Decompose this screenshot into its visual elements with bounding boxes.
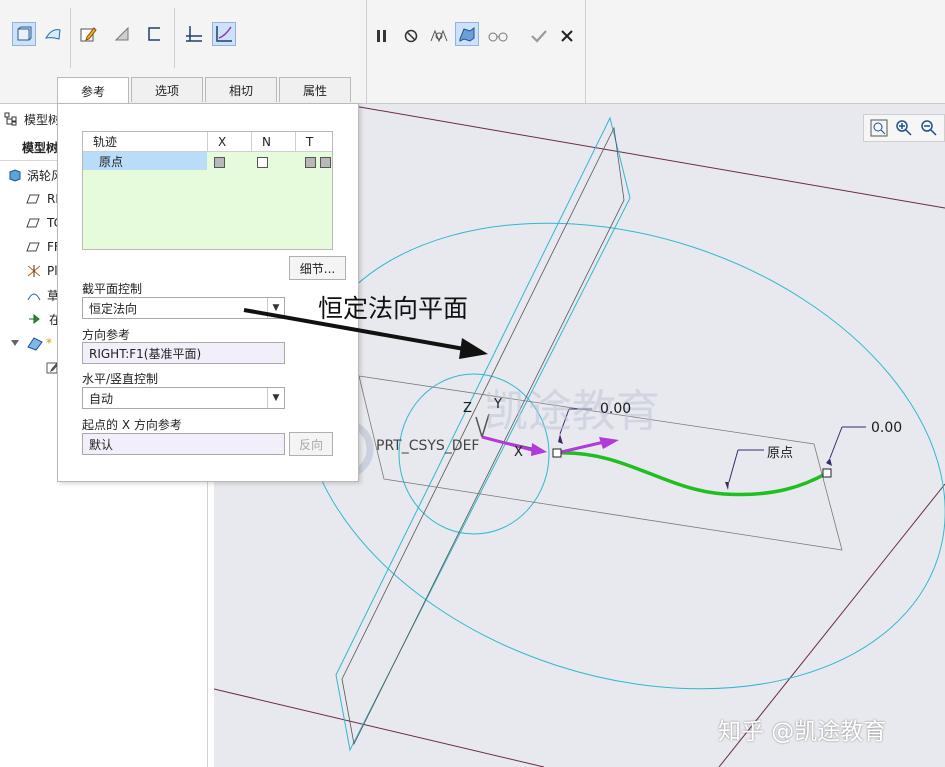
col-x: X bbox=[207, 132, 251, 152]
constant-section-icon[interactable] bbox=[182, 22, 206, 46]
x-checkbox[interactable] bbox=[214, 157, 225, 171]
edit-sketch-icon[interactable] bbox=[76, 22, 100, 46]
surface-icon[interactable] bbox=[41, 22, 65, 46]
zoom-in-icon[interactable] bbox=[895, 119, 913, 137]
tree-item-front-plane[interactable]: FF bbox=[26, 238, 61, 256]
section-control-dropdown[interactable]: 恒定法向 ▼ bbox=[82, 297, 285, 319]
callout-text: 恒定法向平面 bbox=[318, 294, 469, 323]
flip-button[interactable]: 反向 bbox=[289, 432, 333, 456]
variable-section-icon[interactable] bbox=[212, 22, 236, 46]
tree-item-csys[interactable]: Pl bbox=[26, 262, 58, 280]
datum-plane-icon bbox=[26, 218, 40, 228]
origin-leader bbox=[728, 449, 764, 483]
x-direction-arrow-head bbox=[599, 437, 619, 449]
chevron-down-icon: ▼ bbox=[267, 388, 284, 408]
start-x-ref-collector[interactable]: 默认 bbox=[82, 433, 285, 455]
tree-item-part[interactable]: 涡轮风 bbox=[8, 166, 63, 184]
trajectory-row-origin[interactable]: 原点 bbox=[83, 152, 207, 170]
trajectory-end-point[interactable] bbox=[822, 468, 832, 478]
tab-references[interactable]: 参考 bbox=[57, 77, 129, 104]
plane-cut-icon[interactable] bbox=[110, 22, 134, 46]
trajectory-start-point[interactable] bbox=[552, 448, 562, 458]
sweep-feature-icon bbox=[27, 337, 43, 351]
origin-label: 原点 bbox=[767, 446, 794, 461]
col-t: T bbox=[295, 132, 332, 152]
tree-column-header[interactable]: 模型树 bbox=[22, 138, 58, 156]
t-checkbox[interactable] bbox=[305, 157, 331, 171]
col-trajectory: 轨迹 bbox=[83, 132, 207, 152]
dimension-start-value[interactable]: 0.00 bbox=[600, 401, 631, 417]
view-toolbar bbox=[863, 114, 945, 142]
tree-title: 模型树 bbox=[24, 112, 61, 127]
x-direction-arrow-shaft bbox=[556, 440, 605, 455]
zoom-out-icon[interactable] bbox=[920, 119, 938, 137]
chevron-down-icon: ▼ bbox=[267, 298, 284, 318]
pause-icon[interactable] bbox=[370, 24, 394, 48]
csys-icon bbox=[27, 265, 41, 277]
dimension-end-value[interactable]: 0.00 bbox=[871, 420, 902, 436]
solid-icon[interactable] bbox=[12, 22, 36, 46]
start-arrow-head bbox=[531, 443, 547, 456]
section-control-label: 截平面控制 bbox=[82, 282, 143, 296]
footer-watermark: 知乎 @凯途教育 bbox=[718, 719, 887, 745]
preview-icon[interactable] bbox=[455, 22, 479, 46]
datum-plane-icon bbox=[26, 194, 40, 204]
preview-off-icon[interactable] bbox=[427, 24, 451, 48]
sketch-icon bbox=[27, 293, 41, 301]
trajectory-table[interactable]: 轨迹 X N T 原点 bbox=[82, 131, 333, 250]
tree-structure-icon bbox=[4, 112, 17, 126]
axis-y-label: Y bbox=[494, 397, 502, 412]
csys-label: PRT_CSYS_DEF bbox=[376, 438, 480, 454]
direction-ref-label: 方向参考 bbox=[82, 328, 131, 342]
tab-properties[interactable]: 属性 bbox=[279, 77, 351, 102]
hv-control-label: 水平/竖直控制 bbox=[82, 372, 159, 386]
zoom-fit-icon[interactable] bbox=[870, 119, 888, 137]
axis-z-label: Z bbox=[463, 401, 472, 416]
references-panel: 轨迹 X N T 原点 细节... 截平面控制 恒定法向 ▼ 方向参考 RIGH… bbox=[57, 103, 359, 482]
n-checkbox[interactable] bbox=[257, 157, 268, 171]
tree-item-right-plane[interactable]: RI bbox=[26, 190, 59, 208]
axis-x-label: X bbox=[514, 445, 523, 460]
datum-plane-edge bbox=[353, 105, 945, 209]
datum-plane-icon bbox=[26, 242, 40, 252]
tab-options[interactable]: 选项 bbox=[131, 77, 203, 102]
dim-leader-end bbox=[829, 426, 866, 459]
tree-item-sweep[interactable]: * bbox=[10, 334, 52, 352]
insert-arrow-icon bbox=[29, 313, 40, 325]
direction-ref-collector[interactable]: RIGHT:F1(基准平面) bbox=[82, 342, 285, 364]
tab-tangency[interactable]: 相切 bbox=[205, 77, 277, 102]
glasses-icon[interactable] bbox=[486, 24, 510, 48]
datum-plane-edge bbox=[214, 688, 545, 767]
open-bracket-icon[interactable] bbox=[142, 22, 166, 46]
col-n: N bbox=[251, 132, 295, 152]
tree-header-row[interactable]: 模型树 bbox=[4, 110, 60, 128]
dashboard-tabs: 参考 选项 相切 属性 bbox=[57, 77, 353, 104]
close-icon[interactable] bbox=[555, 24, 579, 48]
logo-watermark-text: 凯途教育 bbox=[484, 386, 660, 437]
check-icon[interactable] bbox=[527, 24, 551, 48]
stop-icon[interactable] bbox=[399, 24, 423, 48]
tree-item-sketch[interactable]: 草 bbox=[26, 286, 59, 304]
details-button[interactable]: 细节... bbox=[289, 256, 346, 280]
part-icon bbox=[9, 169, 21, 182]
hv-control-dropdown[interactable]: 自动 ▼ bbox=[82, 387, 285, 409]
expand-triangle-icon[interactable] bbox=[10, 338, 20, 348]
start-arrow-shaft bbox=[481, 435, 537, 453]
start-x-ref-label: 起点的 X 方向参考 bbox=[82, 418, 182, 432]
